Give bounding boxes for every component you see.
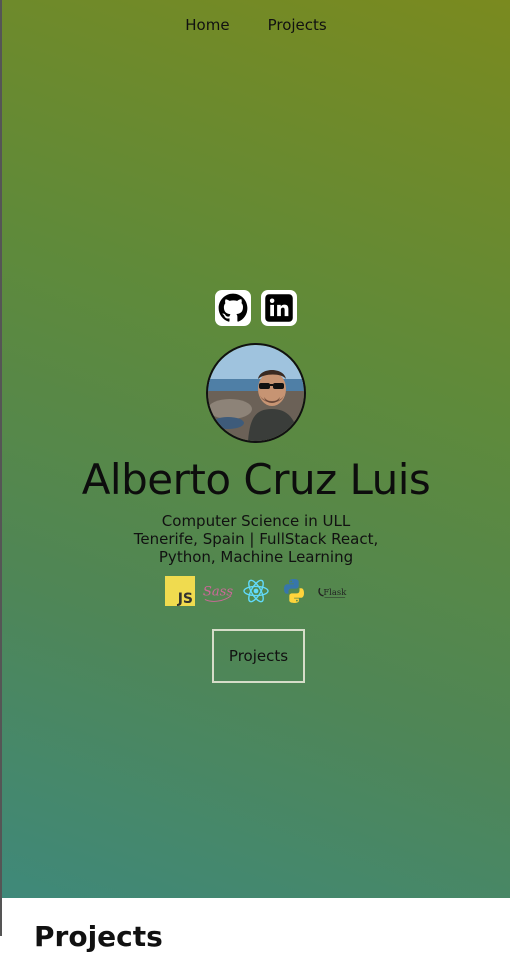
sass-icon: Sass xyxy=(203,576,233,606)
projects-section-title: Projects xyxy=(34,920,163,953)
hero-section: Home Projects Alberto Cruz Luis Computer… xyxy=(2,0,510,898)
subtitle-line: Computer Science in ULL xyxy=(161,512,351,530)
profile-photo xyxy=(208,345,304,441)
subtitle-line: Python, Machine Learning xyxy=(158,548,354,566)
flask-icon: Flask xyxy=(317,576,347,606)
nav-projects-link[interactable]: Projects xyxy=(268,16,327,34)
profile-subtitle: Computer Science in ULL Tenerife, Spain … xyxy=(2,512,510,566)
avatar xyxy=(206,343,306,443)
flask-icon-label: Flask xyxy=(323,587,347,597)
javascript-icon: JS xyxy=(165,576,195,606)
github-link[interactable] xyxy=(215,290,251,326)
social-links xyxy=(2,290,510,326)
python-icon xyxy=(279,576,309,606)
subtitle-line: Tenerife, Spain | FullStack React, xyxy=(133,530,379,548)
tech-stack: JS Sass Flask xyxy=(2,576,510,606)
profile-name: Alberto Cruz Luis xyxy=(81,455,431,504)
projects-button[interactable]: Projects xyxy=(212,629,305,683)
linkedin-link[interactable] xyxy=(261,290,297,326)
top-nav: Home Projects xyxy=(2,16,510,34)
javascript-icon-label: JS xyxy=(177,591,193,606)
react-icon xyxy=(241,576,271,606)
github-icon xyxy=(218,293,248,322)
linkedin-icon xyxy=(265,294,293,322)
nav-home-link[interactable]: Home xyxy=(185,16,229,34)
